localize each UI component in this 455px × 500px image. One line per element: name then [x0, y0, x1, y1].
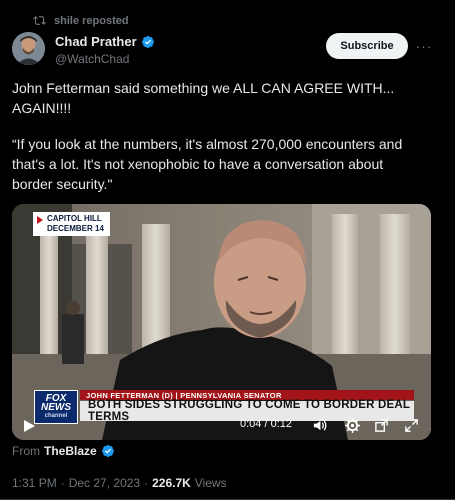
source-prefix: From — [12, 444, 40, 458]
location-tag: CAPITOL HILL DECEMBER 14 — [33, 212, 110, 236]
logo-line-2: NEWS — [41, 401, 71, 413]
video-player[interactable]: CAPITOL HILL DECEMBER 14 FOX NEWS channe… — [12, 204, 431, 440]
meta-separator: · — [60, 476, 65, 490]
verified-badge-icon[interactable] — [141, 35, 155, 49]
tweet-text: John Fetterman said something we ALL CAN… — [12, 78, 427, 194]
volume-icon[interactable] — [312, 418, 327, 433]
video-controls: 0:04 / 0:12 — [12, 412, 431, 440]
tweet-paragraph-1: John Fetterman said something we ALL CAN… — [12, 80, 395, 116]
play-icon[interactable] — [22, 419, 36, 433]
location-line-2: DECEMBER 14 — [47, 224, 104, 233]
tweet-meta: 1:31 PM · Dec 27, 2023 · 226.7K Views — [12, 476, 227, 490]
pop-out-icon[interactable] — [374, 418, 389, 433]
author-handle[interactable]: @WatchChad — [55, 52, 155, 66]
repost-icon — [33, 16, 46, 25]
location-arrow-icon — [37, 216, 43, 224]
tweet-time[interactable]: 1:31 PM — [12, 476, 57, 490]
subscribe-button[interactable]: Subscribe — [326, 33, 408, 59]
settings-gear-icon[interactable] — [345, 418, 360, 433]
repost-text: shile reposted — [54, 14, 129, 27]
views-label: Views — [194, 476, 227, 490]
avatar[interactable] — [12, 32, 45, 65]
location-line-1: CAPITOL HILL — [47, 214, 102, 223]
source-verified-badge-icon — [101, 445, 114, 457]
fullscreen-icon[interactable] — [404, 418, 419, 433]
avatar-image — [12, 32, 45, 65]
tweet-paragraph-2: “If you look at the numbers, it's almost… — [12, 136, 403, 192]
source-attribution: From TheBlaze — [12, 444, 115, 458]
tweet-date[interactable]: Dec 27, 2023 — [69, 476, 140, 490]
repost-indicator[interactable]: shile reposted — [33, 14, 129, 27]
more-options-icon[interactable]: ··· — [414, 36, 434, 56]
author-name[interactable]: Chad Prather — [55, 34, 137, 49]
author-info: Chad Prather @WatchChad — [55, 34, 155, 66]
source-name-link[interactable]: TheBlaze — [44, 444, 97, 458]
meta-separator-2: · — [144, 476, 149, 490]
views-count: 226.7K — [152, 476, 191, 490]
video-timecode: 0:04 / 0:12 — [240, 418, 292, 430]
